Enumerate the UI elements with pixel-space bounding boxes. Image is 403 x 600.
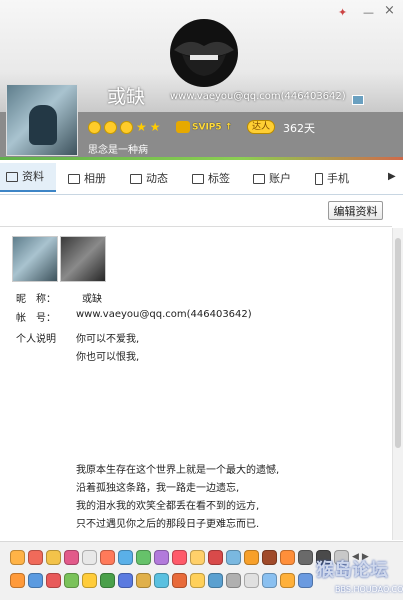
smile-icon (88, 120, 101, 134)
emoticon-icon[interactable] (208, 573, 223, 588)
tab-label: 手机 (327, 172, 349, 185)
photo-thumbnail[interactable] (12, 236, 58, 282)
svip-crown-icon (176, 121, 190, 133)
svip-label: SVIP5 (192, 122, 222, 133)
emoticon-icon[interactable] (10, 550, 25, 565)
tab-label: 标签 (208, 172, 230, 185)
emoticon-icon[interactable] (262, 550, 277, 565)
svip-badge[interactable]: SVIP5 ↑ (176, 121, 232, 133)
emoticon-icon[interactable] (64, 550, 79, 565)
emoticon-icon[interactable] (226, 573, 241, 588)
qzone-icon[interactable] (352, 95, 364, 105)
emoticon-icon[interactable] (154, 550, 169, 565)
star-icon: ★ (149, 119, 161, 134)
minimize-icon[interactable]: — (363, 6, 374, 19)
close-icon[interactable]: × (384, 3, 395, 18)
emoticon-icon[interactable] (190, 573, 205, 588)
emoticon-icon[interactable] (298, 550, 313, 565)
smile-icon (104, 120, 117, 134)
profile-header: 或缺 www.vaeyou@qq.com(446403642) ✦ — × ★ … (0, 0, 403, 160)
tab-label: 账户 (269, 172, 291, 185)
photo-thumbnail[interactable] (60, 236, 106, 282)
bio-line: 我的泪水我的欢笑全都丢在看不到的远方, (76, 501, 260, 512)
emoticon-icon[interactable] (28, 550, 43, 565)
emoticon-icon[interactable] (154, 573, 169, 588)
header-email: www.vaeyou@qq.com(446403642) (170, 91, 346, 102)
star-icon: ★ (136, 119, 147, 134)
header-accent-line (0, 157, 403, 160)
emoticon-icon[interactable] (208, 550, 223, 565)
bio-line: 你可以不爱我, (76, 334, 140, 345)
emoticon-icon[interactable] (82, 573, 97, 588)
emoticon-icon[interactable] (262, 573, 277, 588)
divider (0, 226, 392, 227)
active-days: 362天 (283, 122, 315, 135)
emoticon-icon[interactable] (64, 573, 79, 588)
wallet-icon (253, 173, 265, 184)
scrollbar-thumb[interactable] (395, 238, 401, 448)
emoticon-icon[interactable] (226, 550, 241, 565)
tab-album[interactable]: 相册 (68, 163, 128, 194)
bio-label: 个人说明 (16, 334, 56, 345)
smile-icon (120, 120, 133, 134)
bio-line: 我原本生存在这个世界上就是一个最大的遗憾, (76, 465, 280, 476)
tab-label: 动态 (146, 172, 168, 185)
emoticon-icon[interactable] (136, 573, 151, 588)
grid-icon (130, 173, 142, 184)
tab-phone[interactable]: 手机 (315, 163, 375, 194)
tab-feed[interactable]: 动态 (130, 163, 190, 194)
watermark: 猴岛论坛 (316, 560, 388, 581)
skin-icon[interactable]: ✦ (338, 6, 347, 19)
nickname-label: 昵 称： (16, 294, 56, 305)
emoticon-icon[interactable] (82, 550, 97, 565)
phone-icon (315, 172, 323, 185)
svip-arrow: ↑ (224, 122, 233, 133)
profile-window: 或缺 www.vaeyou@qq.com(446403642) ✦ — × ★ … (0, 0, 403, 600)
header-nickname: 或缺 (107, 86, 146, 108)
watermark-url: BBS.HOUDAO.COM (335, 585, 403, 594)
emoticon-icon[interactable] (28, 573, 43, 588)
emoticon-icon[interactable] (46, 550, 61, 565)
tab-label: 资料 (22, 170, 44, 183)
scrollbar[interactable] (392, 228, 403, 540)
emoticon-icon[interactable] (244, 573, 259, 588)
emoticon-icon[interactable] (298, 573, 313, 588)
photo-thumbnails (12, 236, 106, 282)
emoticon-icon[interactable] (136, 550, 151, 565)
tab-profile[interactable]: 资料 (0, 163, 56, 192)
tab-account[interactable]: 账户 (253, 163, 313, 194)
signature: 思念是一种病 (88, 145, 148, 156)
tab-label: 相册 (84, 172, 106, 185)
emoticon-icon[interactable] (280, 550, 295, 565)
tab-tags[interactable]: 标签 (192, 163, 252, 194)
emoticon-icon[interactable] (172, 550, 187, 565)
emoticon-icon[interactable] (172, 573, 187, 588)
edit-profile-button[interactable]: 编辑资料 (328, 201, 383, 220)
nickname-value: 或缺 (82, 294, 102, 305)
daren-badge[interactable]: 达人 (247, 120, 276, 134)
emoticon-icon[interactable] (100, 550, 115, 565)
level-badges[interactable]: ★ ★ (88, 119, 161, 135)
emoticon-icon[interactable] (100, 573, 115, 588)
emoticon-icon[interactable] (244, 550, 259, 565)
bio-line: 只不过遇见你之后的那段日子更难忘而已. (76, 519, 260, 530)
avatar[interactable] (6, 84, 78, 156)
lips-image (170, 19, 238, 87)
photo-icon (68, 173, 80, 184)
emoticon-icon[interactable] (118, 550, 133, 565)
tab-bar: 资料 相册 动态 标签 账户 手机 (0, 163, 403, 195)
account-value: www.vaeyou@qq.com(446403642) (76, 309, 252, 320)
tabs-more-button[interactable]: ▶ (388, 171, 396, 182)
emoticon-icon[interactable] (280, 573, 295, 588)
emoticon-icon[interactable] (190, 550, 205, 565)
bio-line: 你也可以恨我, (76, 352, 140, 363)
bookmark-icon (192, 173, 204, 184)
emoticon-icon[interactable] (118, 573, 133, 588)
emoticon-icon[interactable] (46, 573, 61, 588)
bio-line: 沿着孤独这条路，我一路走一边遗忘, (76, 483, 240, 494)
account-label: 帐 号： (16, 313, 56, 324)
emoticon-row (10, 573, 313, 588)
emoticon-icon[interactable] (10, 573, 25, 588)
profile-card-icon (6, 171, 18, 182)
